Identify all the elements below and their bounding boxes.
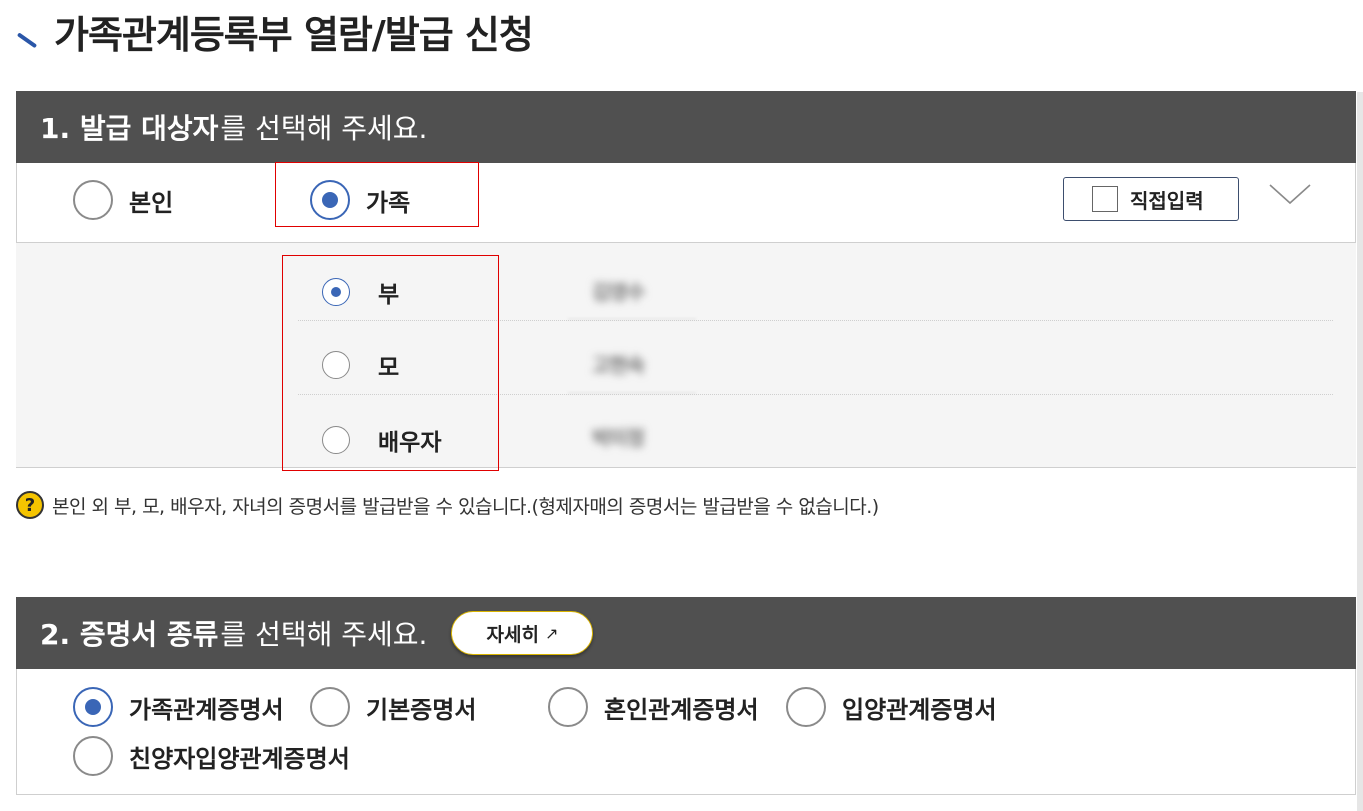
radio-circle-icon xyxy=(786,687,826,727)
section2-header-strong: 2. 증명서 종류 xyxy=(40,618,219,651)
radio-cert-full-adoption[interactable]: 친양자입양관계증명서 xyxy=(73,736,350,776)
radio-circle-icon xyxy=(310,687,350,727)
scrollbar[interactable] xyxy=(1357,92,1363,811)
cert-family-relation-label: 가족관계증명서 xyxy=(129,695,284,724)
highlight-box-members xyxy=(282,255,499,471)
radio-self[interactable]: 본인 xyxy=(73,180,173,220)
section1-header-normal: 를 선택해 주세요. xyxy=(220,112,428,145)
mother-name: 고현숙 xyxy=(592,353,645,377)
radio-cert-family-relation[interactable]: 가족관계증명서 xyxy=(73,687,284,727)
spouse-name: 박미정 xyxy=(592,426,645,450)
radio-cert-adoption[interactable]: 입양관계증명서 xyxy=(786,687,997,727)
page-title: 가족관계등록부 열람/발급 신청 xyxy=(18,4,534,59)
detail-button[interactable]: 자세히 ↗ xyxy=(451,611,594,655)
section1-header: 1. 발급 대상자 를 선택해 주세요. xyxy=(16,91,1356,163)
section1-header-strong: 1. 발급 대상자 xyxy=(40,112,219,145)
cert-marriage-label: 혼인관계증명서 xyxy=(604,695,759,724)
section2-header-normal: 를 선택해 주세요. xyxy=(220,618,428,651)
detail-button-label: 자세히 xyxy=(486,623,539,646)
cert-full-adoption-label: 친양자입양관계증명서 xyxy=(129,744,350,773)
checkbox-icon xyxy=(1092,186,1118,212)
radio-cert-basic[interactable]: 기본증명서 xyxy=(310,687,476,727)
family-member-panel xyxy=(16,243,1356,468)
help-text: 본인 외 부, 모, 배우자, 자녀의 증명서를 발급받을 수 있습니다.(형제… xyxy=(52,495,879,518)
father-name: 김영수 xyxy=(592,280,645,304)
question-icon: ? xyxy=(16,491,44,519)
page-title-text: 가족관계등록부 열람/발급 신청 xyxy=(54,13,534,57)
radio-checked-icon xyxy=(73,687,113,727)
direct-input-label: 직접입력 xyxy=(1130,188,1204,213)
cert-adoption-label: 입양관계증명서 xyxy=(842,695,997,724)
radio-self-label: 본인 xyxy=(129,188,174,217)
radio-cert-marriage[interactable]: 혼인관계증명서 xyxy=(548,687,759,727)
chevron-down-icon[interactable] xyxy=(1268,177,1312,211)
radio-circle-icon xyxy=(73,180,113,220)
help-note: ? 본인 외 부, 모, 배우자, 자녀의 증명서를 발급받을 수 있습니다.(… xyxy=(16,491,879,519)
external-link-icon: ↗ xyxy=(544,623,559,643)
section2-header: 2. 증명서 종류 를 선택해 주세요. 자세히 ↗ xyxy=(16,597,1356,669)
direct-input-button[interactable]: 직접입력 xyxy=(1063,177,1239,221)
radio-circle-icon xyxy=(548,687,588,727)
radio-circle-icon xyxy=(73,736,113,776)
cert-basic-label: 기본증명서 xyxy=(366,695,477,724)
title-mark-icon xyxy=(18,32,38,38)
highlight-box-family xyxy=(275,162,479,227)
